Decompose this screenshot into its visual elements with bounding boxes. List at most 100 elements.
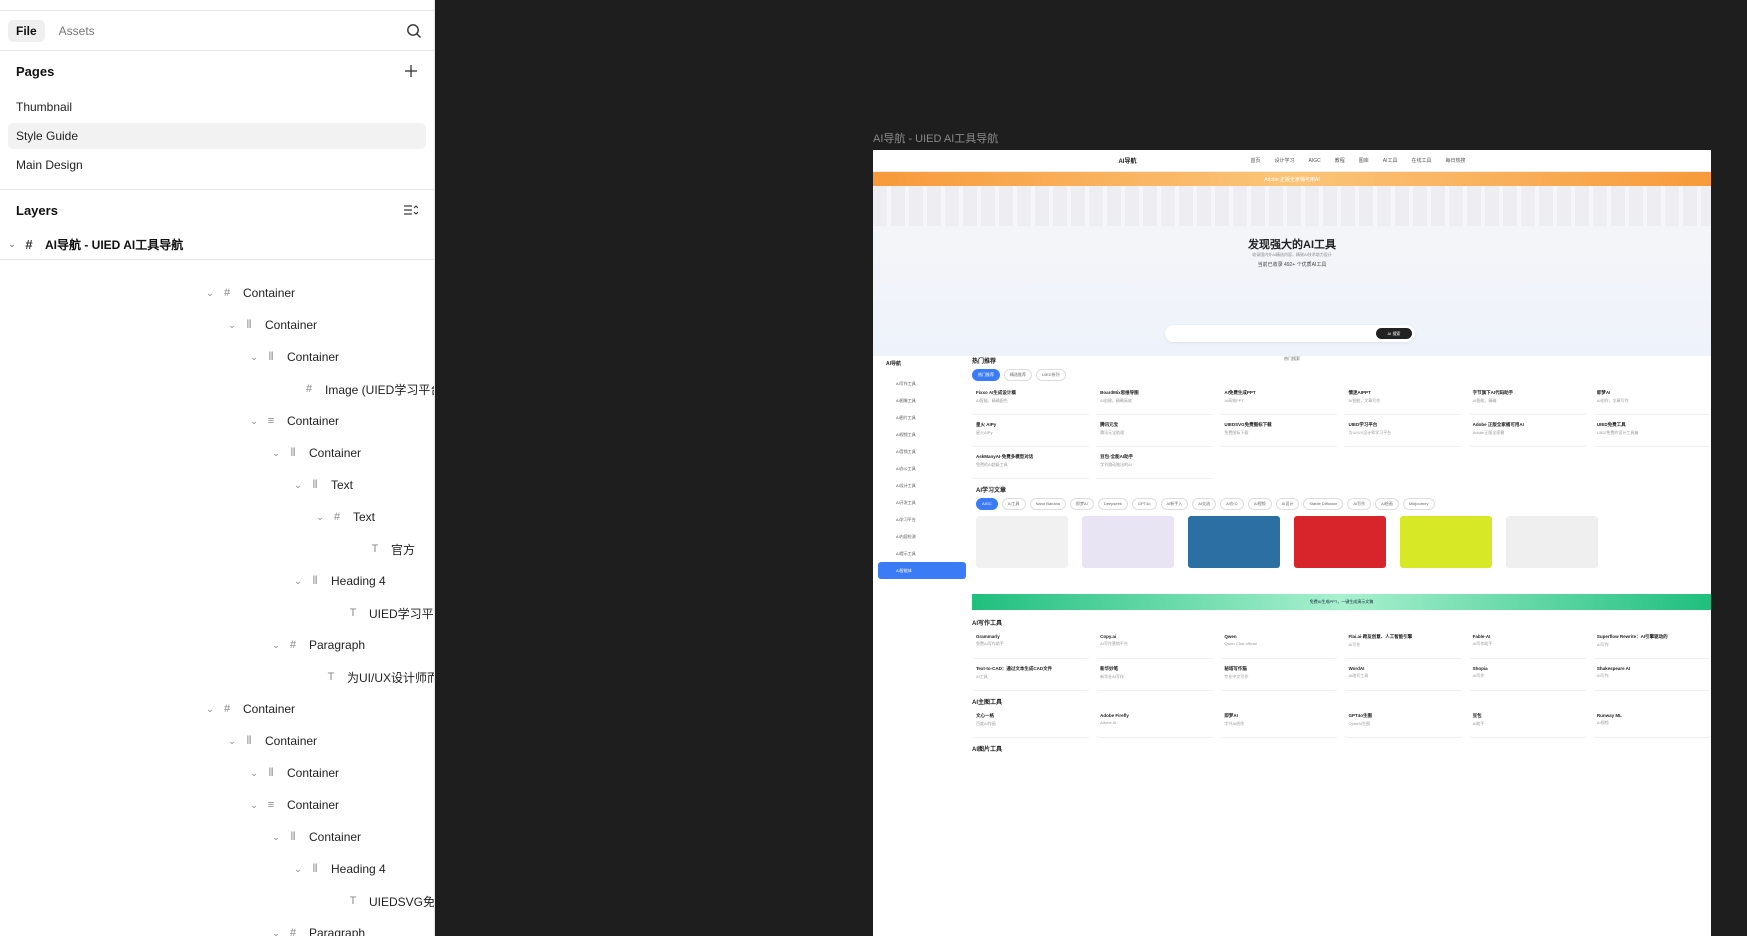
chevron-down-icon[interactable]: ⌄	[204, 703, 216, 715]
layer-row[interactable]: ⌄ # Text	[314, 501, 375, 533]
add-page-icon[interactable]	[404, 64, 418, 78]
layer-row[interactable]: ⌄ # Paragraph	[270, 917, 365, 936]
site-side-item: AI视频工具	[896, 431, 916, 437]
layer-row[interactable]: T UIEDSVG免	[346, 885, 434, 917]
layer-row[interactable]: # Image (UIED学习平台	[302, 373, 434, 405]
layer-row[interactable]: ⌄ ⫴ Container	[226, 725, 317, 757]
chevron-down-icon[interactable]: ⌄	[6, 239, 18, 251]
page-item-main-design[interactable]: Main Design	[8, 152, 426, 178]
sidebar-tabs: File Assets	[0, 11, 434, 51]
site-card-title: Runway ML	[1596, 713, 1622, 718]
site-card-title: AskManyAI-免费多模型对话	[976, 454, 1034, 459]
site-card: 即梦AI AI创作，文章写作	[1592, 387, 1711, 415]
hero-count: 当前已收录 492+ 个优质AI工具	[1257, 262, 1327, 268]
autolayout-h-icon: ⫴	[246, 734, 252, 747]
site-card-title: 豆包	[1472, 713, 1482, 718]
layer-row[interactable]: ⌄ ⫴ Text	[292, 469, 353, 501]
design-canvas[interactable]: AI导航 - UIED AI工具导航 AI导航 首页 设计学习 AIGC 教程 …	[436, 0, 1747, 936]
layer-row[interactable]: ⌄ # Container	[204, 693, 295, 725]
layer-label: 为UI/UX设计师而	[347, 670, 435, 685]
site-side-item: AI开发工具	[896, 499, 916, 505]
layer-row[interactable]: ⌄ ⫴ Heading 4	[292, 853, 386, 885]
site-chip: AI新手入	[1160, 498, 1189, 510]
layer-row[interactable]: ⌄ # Paragraph	[270, 629, 365, 661]
frame-icon: #	[305, 383, 313, 395]
pages-title: Pages	[16, 63, 55, 79]
layer-row[interactable]: T 为UI/UX设计师而	[324, 661, 435, 693]
site-card: 豆包-全能AI助手 字节跳动推出的AI	[1096, 451, 1215, 479]
chevron-down-icon[interactable]: ⌄	[248, 799, 260, 811]
layer-label: UIED学习平	[369, 606, 434, 621]
chevron-down-icon[interactable]: ⌄	[292, 863, 304, 875]
hero-title: 发现强大的AI工具	[1248, 239, 1336, 251]
site-card-title: 星火 AIPy	[976, 422, 997, 427]
chevron-down-icon[interactable]: ⌄	[314, 511, 326, 523]
site-card: Text-to-CAD：通过文本生成CAD文件 AI工具	[972, 663, 1091, 691]
layer-row[interactable]: ⌄ ≡ Container	[248, 405, 339, 437]
sec-learn-title: AI学习文章	[976, 488, 1007, 494]
search-icon[interactable]	[406, 23, 422, 39]
site-card-desc: 免费AI写作助手	[976, 641, 1004, 646]
site-card-desc: 免费的AI超级工具	[976, 462, 1008, 467]
site-chip: AI设计	[1275, 498, 1300, 510]
chevron-down-icon[interactable]: ⌄	[270, 927, 282, 936]
chevron-down-icon[interactable]: ⌄	[292, 575, 304, 587]
site-card: 豆包 AI助手	[1468, 710, 1587, 738]
layer-label: Container	[309, 446, 362, 460]
site-card-desc: AI智能，精确	[1472, 398, 1497, 403]
site-card: BoardMix思维导图 AI创建，精确高效	[1096, 387, 1215, 415]
site-card-desc: 专业中文写作	[1224, 674, 1249, 679]
chevron-down-icon[interactable]: ⌄	[248, 767, 260, 779]
page-item-thumbnail[interactable]: Thumbnail	[8, 94, 426, 120]
site-side-title: AI导航	[886, 361, 902, 367]
site-card-desc: Adobe AI	[1100, 720, 1117, 725]
chevron-down-icon[interactable]: ⌄	[292, 479, 304, 491]
layer-root-frame[interactable]: ⌄ # AI导航 - UIED AI工具导航	[0, 230, 434, 260]
collapse-layers-icon[interactable]	[404, 204, 418, 216]
site-card: Copy.ai AI写作营销平台	[1096, 631, 1215, 659]
layer-row[interactable]: ⌄ ≡ Container	[248, 789, 339, 821]
site-card: UIED学习平台 为UI/UX设计师学习平台	[1344, 419, 1463, 447]
site-card: Adobe Firefly Adobe AI	[1096, 710, 1215, 738]
chevron-down-icon[interactable]: ⌄	[248, 415, 260, 427]
autolayout-h-icon: ⫴	[312, 478, 318, 491]
pages-list: Thumbnail Style Guide Main Design	[0, 94, 434, 190]
chevron-down-icon[interactable]: ⌄	[204, 287, 216, 299]
layer-row[interactable]: ⌄ # Container	[204, 277, 295, 309]
site-sidebar: AI导航 AI写作工具 AI图像工具 AI图片工具 AI视频工具 AI音频工具 AI办公工…	[878, 356, 966, 596]
layer-row[interactable]: ⌄ ⫴ Container	[270, 821, 361, 853]
site-card-desc: AI视频	[1596, 720, 1609, 725]
chevron-down-icon[interactable]: ⌄	[226, 735, 238, 747]
chevron-down-icon[interactable]: ⌄	[270, 447, 282, 459]
article-thumbnail	[1294, 516, 1386, 568]
site-card-desc: AI工具	[976, 674, 988, 679]
layer-row[interactable]: ⌄ ⫴ Container	[270, 437, 361, 469]
page-item-style-guide[interactable]: Style Guide	[8, 123, 426, 149]
layer-row[interactable]: ⌄ ⫴ Container	[248, 757, 339, 789]
layer-row[interactable]: ⌄ ⫴ Container	[248, 341, 339, 373]
site-card-desc: Adobe正版全家桶	[1472, 430, 1505, 435]
site-card-desc: 腾讯元宝助理	[1100, 430, 1125, 435]
text-icon: T	[371, 543, 379, 555]
layer-row[interactable]: T UIED学习平	[346, 597, 434, 629]
site-chip: GPT4o	[1131, 498, 1157, 510]
layers-sidebar: File Assets Pages Thumbnail Style Guide …	[0, 0, 435, 936]
frame-label[interactable]: AI导航 - UIED AI工具导航	[873, 130, 998, 146]
chevron-down-icon[interactable]: ⌄	[226, 319, 238, 331]
chevron-down-icon[interactable]: ⌄	[270, 831, 282, 843]
layer-row[interactable]: T 官方	[368, 533, 415, 565]
design-frame[interactable]: AI导航 首页 设计学习 AIGC 教程 图库 AI工具 在线工具 每日热搜 A…	[873, 150, 1711, 936]
chevron-down-icon[interactable]: ⌄	[270, 639, 282, 651]
chevron-down-icon[interactable]: ⌄	[248, 351, 260, 363]
tab-assets[interactable]: Assets	[51, 20, 103, 42]
site-nav-item: 每日热搜	[1445, 158, 1466, 164]
site-card: Runway ML AI视频	[1592, 710, 1711, 738]
layer-row[interactable]: ⌄ ⫴ Container	[226, 309, 317, 341]
site-card-desc: 为UI/UX设计师学习平台	[1348, 430, 1392, 435]
layer-row[interactable]: ⌄ ⫴ Heading 4	[292, 565, 386, 597]
tab-file[interactable]: File	[8, 19, 45, 42]
hero-subtitle: 收录国内外AI精选内容，精致AI技术助力设计	[1252, 252, 1332, 257]
site-chip: Deepseek	[1097, 498, 1128, 510]
autolayout-v-icon: ≡	[267, 799, 275, 811]
site-card-title: GPT4o生图	[1348, 713, 1372, 718]
